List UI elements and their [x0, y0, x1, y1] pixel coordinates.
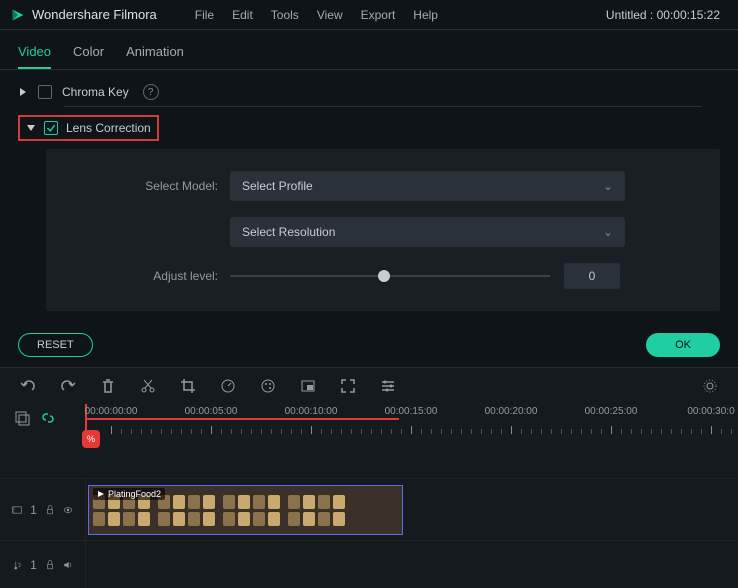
tab-animation[interactable]: Animation — [126, 38, 184, 69]
chevron-down-icon[interactable] — [26, 123, 36, 133]
adjust-icon[interactable] — [380, 378, 396, 394]
playhead-marker[interactable]: % — [82, 430, 100, 448]
color-icon[interactable] — [260, 378, 276, 394]
lock-icon[interactable] — [45, 503, 55, 517]
chevron-down-icon: ⌄ — [603, 179, 613, 193]
timeline-progress — [87, 418, 399, 420]
timeline-ruler[interactable]: 00:00:00:00 00:00:05:00 00:00:10:00 00:00:1… — [85, 404, 738, 434]
reset-button[interactable]: RESET — [18, 333, 93, 357]
fullscreen-icon[interactable] — [340, 378, 356, 394]
select-profile-dropdown[interactable]: Select Profile ⌄ — [230, 171, 625, 201]
timeline-link-icon[interactable] — [40, 410, 56, 426]
pip-icon[interactable] — [300, 378, 316, 394]
adjust-level-input[interactable]: 0 — [564, 263, 620, 289]
select-model-label: Select Model: — [70, 179, 230, 193]
audio-track: 1 — [0, 540, 738, 588]
app-name: Wondershare Filmora — [32, 7, 157, 22]
menu-edit[interactable]: Edit — [232, 8, 253, 22]
menu-file[interactable]: File — [195, 8, 214, 22]
chroma-key-help-icon[interactable]: ? — [143, 84, 159, 100]
timeline-area: 00:00:00:00 00:00:05:00 00:00:10:00 00:00:1… — [0, 404, 738, 588]
titlebar: Wondershare Filmora File Edit Tools View… — [0, 0, 738, 29]
adjust-level-slider[interactable] — [230, 275, 550, 277]
tab-color[interactable]: Color — [73, 38, 104, 69]
timecode-label: 00:00:00:00 — [85, 406, 138, 417]
clip-label: PlatingFood2 — [93, 488, 165, 500]
video-track: 1 PlatingFood2 — [0, 478, 738, 540]
timeline-layers-icon[interactable] — [14, 410, 30, 426]
play-icon — [97, 490, 105, 498]
chroma-key-section-header[interactable]: Chroma Key ? — [18, 78, 720, 106]
chevron-right-icon — [18, 87, 28, 97]
timecode-label: 00:00:30:0 — [687, 406, 734, 417]
audio-track-number: 1 — [30, 558, 37, 572]
crop-icon[interactable] — [180, 378, 196, 394]
undo-icon[interactable] — [20, 378, 36, 394]
timecode-label: 00:00:10:00 — [285, 406, 338, 417]
chroma-key-label: Chroma Key — [62, 85, 129, 99]
chroma-key-checkbox[interactable] — [38, 85, 52, 99]
select-profile-value: Select Profile — [242, 179, 313, 193]
menu-view[interactable]: View — [317, 8, 343, 22]
audio-track-icon — [12, 558, 22, 572]
video-clip[interactable]: PlatingFood2 — [88, 485, 403, 535]
chevron-down-icon: ⌄ — [603, 225, 613, 239]
redo-icon[interactable] — [60, 378, 76, 394]
menu-tools[interactable]: Tools — [271, 8, 299, 22]
app-logo-icon — [10, 7, 26, 23]
settings-icon[interactable] — [702, 378, 718, 394]
speaker-icon[interactable] — [63, 558, 73, 572]
select-resolution-value: Select Resolution — [242, 225, 335, 239]
menu-help[interactable]: Help — [413, 8, 438, 22]
lens-correction-checkbox[interactable] — [44, 121, 58, 135]
main-menu: File Edit Tools View Export Help — [195, 8, 438, 22]
delete-icon[interactable] — [100, 378, 116, 394]
timecode-label: 00:00:25:00 — [585, 406, 638, 417]
slider-thumb[interactable] — [378, 270, 390, 282]
document-title: Untitled : 00:00:15:22 — [606, 8, 728, 22]
lens-correction-body: Select Model: Select Profile ⌄ Select Re… — [46, 149, 720, 311]
property-tabs: Video Color Animation — [0, 30, 738, 69]
video-track-icon — [12, 503, 22, 517]
menu-export[interactable]: Export — [361, 8, 396, 22]
lens-correction-highlight: Lens Correction — [18, 115, 159, 141]
adjust-level-label: Adjust level: — [70, 269, 230, 283]
timecode-label: 00:00:05:00 — [185, 406, 238, 417]
eye-icon[interactable] — [63, 503, 73, 517]
timecode-label: 00:00:15:00 — [385, 406, 438, 417]
tab-video[interactable]: Video — [18, 38, 51, 69]
video-track-number: 1 — [30, 503, 37, 517]
cut-icon[interactable] — [140, 378, 156, 394]
lock-icon[interactable] — [45, 558, 55, 572]
ok-button[interactable]: OK — [646, 333, 720, 357]
lens-correction-label: Lens Correction — [66, 121, 151, 135]
speed-icon[interactable] — [220, 378, 236, 394]
timeline-toolbar — [0, 368, 738, 404]
select-resolution-dropdown[interactable]: Select Resolution ⌄ — [230, 217, 625, 247]
timecode-label: 00:00:20:00 — [485, 406, 538, 417]
